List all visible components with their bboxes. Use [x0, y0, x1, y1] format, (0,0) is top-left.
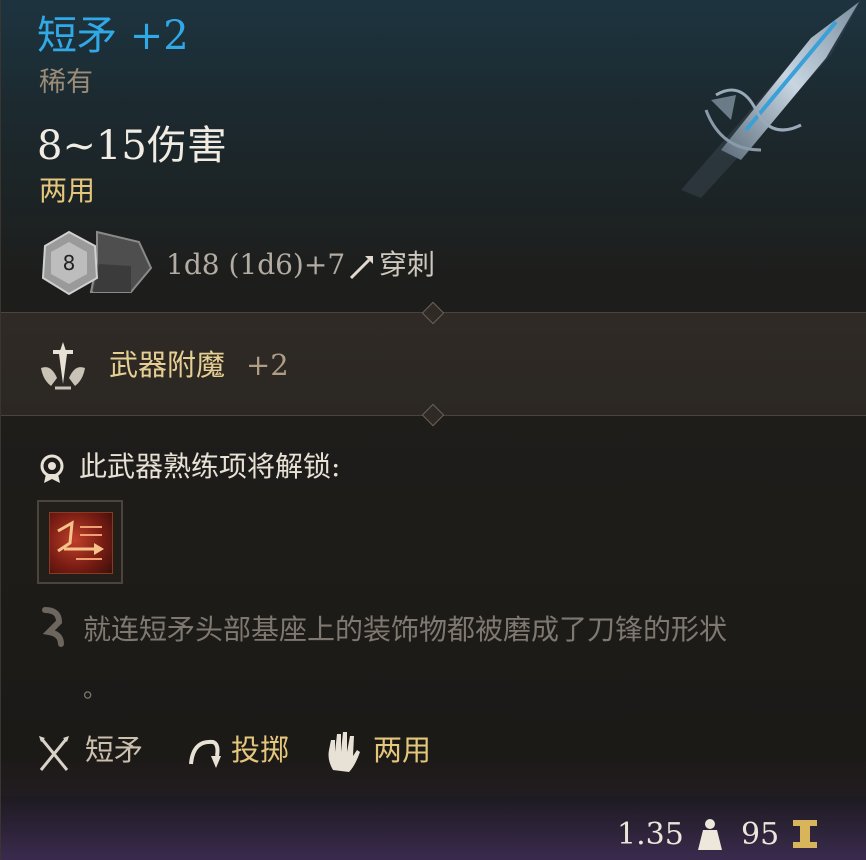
proficiency-badge-icon	[40, 454, 64, 483]
piercing-icon	[349, 256, 373, 280]
property-thrown: 投掷	[231, 733, 290, 767]
quote-scroll-icon	[42, 607, 64, 647]
throw-arc-icon	[189, 739, 221, 768]
damage-range: 8~15伤害	[37, 123, 227, 169]
spear-illustration-icon	[681, 0, 861, 198]
enchantment-bonus: +2	[246, 348, 289, 382]
weapon-enchantment-icon	[41, 342, 85, 390]
dice-icon: 8	[41, 230, 153, 296]
damage-type: 穿刺	[379, 248, 436, 281]
handedness-label: 两用	[39, 174, 96, 207]
item-tooltip: 短矛 +2 稀有 8~15伤害 两用 8 1d8 (1d6)+7 穿刺 武器附魔…	[0, 0, 866, 860]
weight-icon	[698, 819, 722, 850]
enchantment-label: 武器附魔	[109, 348, 226, 382]
flavor-text: 就连短矛头部基座上的装饰物都被磨成了刀锋的形状	[83, 613, 728, 646]
property-versatile: 两用	[373, 733, 432, 767]
damage-dice: 1d8 (1d6)+7	[166, 248, 346, 281]
flavor-text-continued: 。	[83, 675, 107, 703]
footer-background	[1, 796, 866, 860]
proficiency-header: 此武器熟练项将解锁:	[79, 450, 341, 483]
property-weapon-type: 短矛	[85, 733, 144, 767]
crossed-spears-icon	[39, 736, 69, 771]
dice-face-number: 8	[63, 251, 76, 275]
proficiency-action-slot[interactable]	[37, 500, 123, 584]
hand-icon	[328, 732, 360, 772]
item-weight: 1.35	[617, 817, 684, 852]
item-name: 短矛 +2	[37, 13, 189, 59]
gold-coin-icon	[793, 820, 817, 848]
proficiency-action-icon	[49, 512, 113, 574]
item-rarity: 稀有	[39, 67, 93, 98]
item-value: 95	[741, 817, 780, 852]
